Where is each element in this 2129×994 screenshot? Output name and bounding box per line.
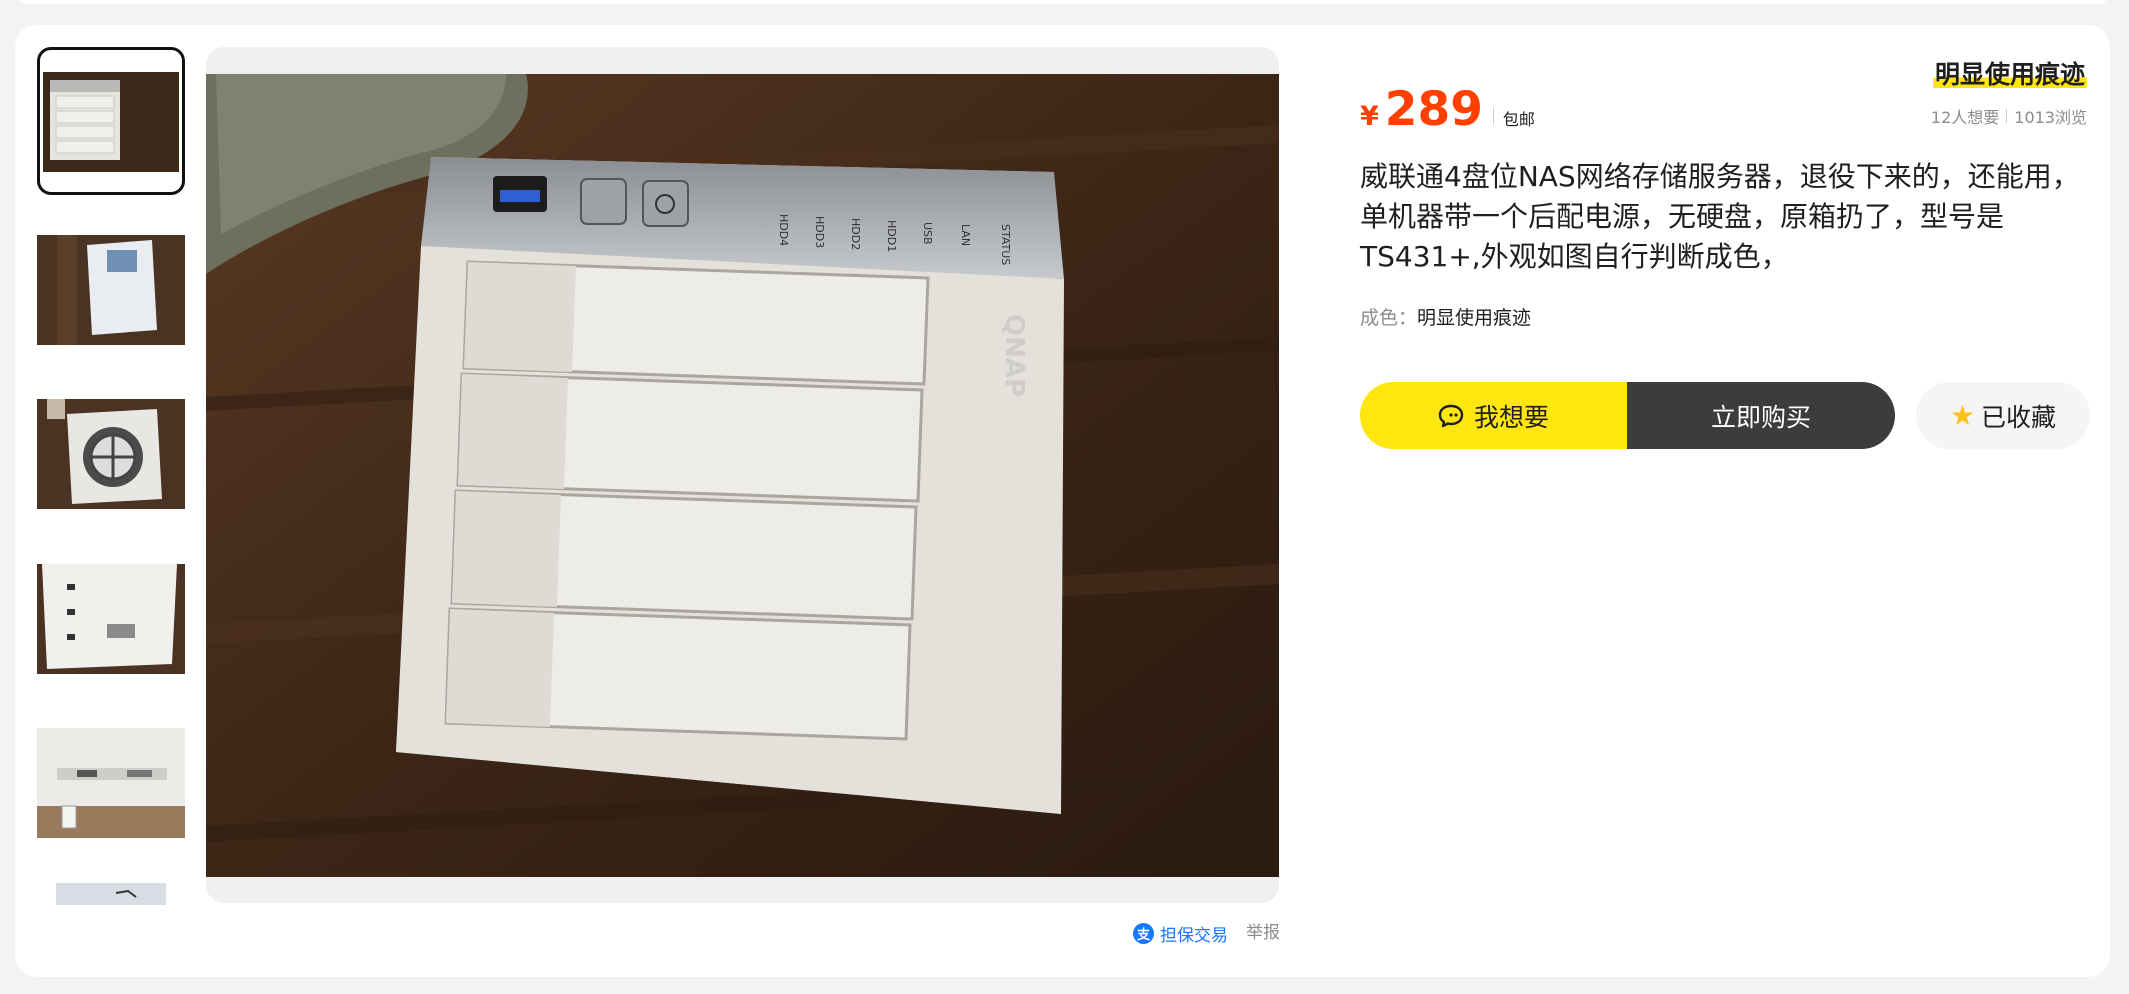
buy-now-button[interactable]: 立即购买: [1627, 382, 1895, 449]
currency-symbol: ¥: [1360, 101, 1379, 132]
device-label-hdd3: HDD3: [813, 216, 826, 248]
listing-description: 威联通4盘位NAS网络存储服务器，退役下来的，还能用，单机器带一个后配电源，无硬…: [1360, 160, 2080, 273]
price-amount: 289: [1384, 82, 1483, 137]
condition-row: 成色：明显使用痕迹: [1360, 305, 1531, 331]
report-link[interactable]: 举报: [1246, 921, 1280, 945]
thumbnail-3[interactable]: [37, 399, 185, 509]
device-label-usb: USB: [921, 222, 934, 245]
favorite-button[interactable]: ★ 已收藏: [1916, 382, 2090, 449]
alipay-guarantee-icon: 支: [1133, 922, 1154, 944]
free-shipping-label: 包邮: [1502, 110, 1535, 129]
thumbnail-6[interactable]: [56, 883, 166, 905]
action-buttons: 我想要 立即购买: [1360, 382, 1895, 449]
guaranteed-transaction-link[interactable]: 支 担保交易: [1133, 921, 1228, 946]
thumbnail-1[interactable]: [37, 47, 185, 195]
condition-value: 明显使用痕迹: [1417, 307, 1532, 329]
thumbnail-5[interactable]: [37, 728, 185, 838]
listing-stats: 12人想要 1013浏览: [1931, 104, 2087, 128]
favorite-button-label: 已收藏: [1981, 402, 2057, 432]
thumbnail-2[interactable]: [37, 235, 185, 345]
thumbnail-4[interactable]: [37, 564, 185, 674]
price-row: ¥ 289 包邮: [1360, 82, 1535, 138]
main-product-photo[interactable]: HDD4 HDD3 HDD2 HDD1 USB LAN STATUS QNAP: [206, 74, 1279, 877]
want-button-label: 我想要: [1473, 402, 1549, 432]
device-label-hdd2: HDD2: [849, 218, 862, 250]
want-button[interactable]: 我想要: [1360, 382, 1627, 449]
want-count: 12人想要: [1930, 108, 2000, 127]
price-divider: [1492, 107, 1494, 125]
top-card-edge: [16, 0, 2110, 4]
main-image-frame: HDD4 HDD3 HDD2 HDD1 USB LAN STATUS QNAP: [206, 47, 1279, 903]
stats-divider: [2006, 109, 2008, 123]
view-count: 1013浏览: [2014, 108, 2087, 127]
device-label-hdd1: HDD1: [885, 220, 898, 252]
device-label-lan: LAN: [959, 224, 972, 246]
chat-bubble-icon: [1438, 404, 1464, 427]
device-label-status: STATUS: [999, 224, 1012, 265]
condition-label: 成色：: [1360, 307, 1418, 329]
star-icon: ★: [1949, 398, 1976, 432]
thumbnail-strip[interactable]: [37, 47, 185, 905]
svg-text:QNAP: QNAP: [999, 314, 1029, 397]
device-label-hdd4: HDD4: [777, 214, 790, 246]
guaranteed-transaction-label: 担保交易: [1160, 925, 1228, 946]
condition-tag: 明显使用痕迹: [1932, 55, 2087, 91]
